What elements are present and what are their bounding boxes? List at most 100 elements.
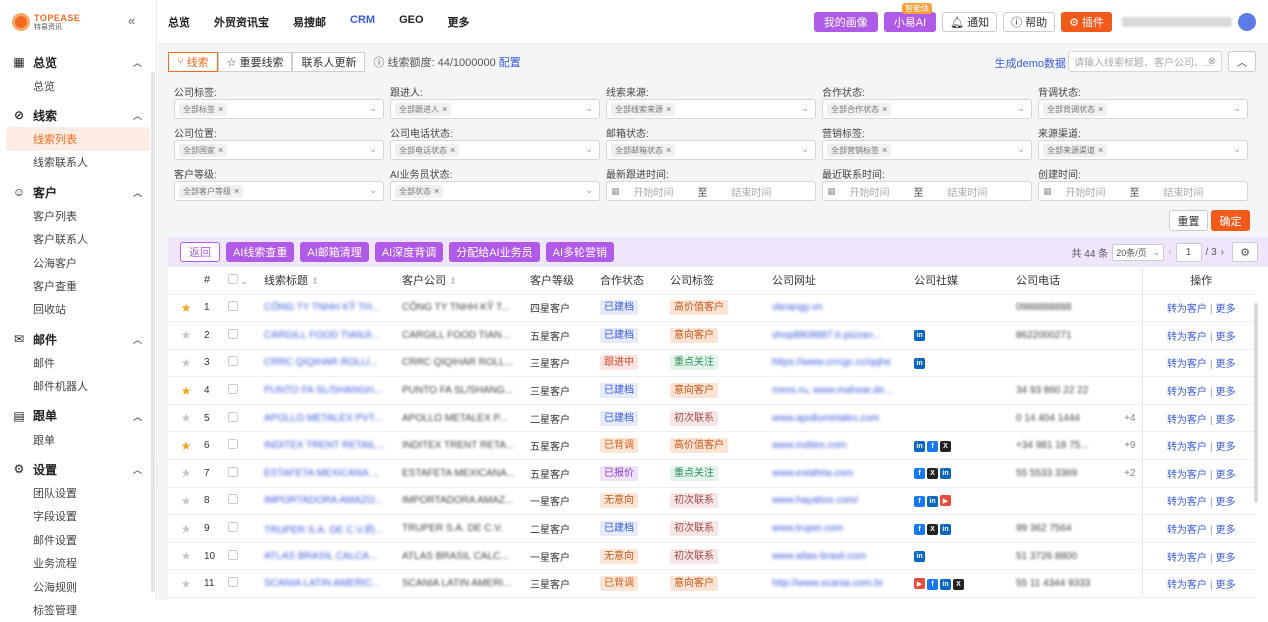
- ai-action-button[interactable]: AI多轮营销: [545, 242, 615, 262]
- row-checkbox[interactable]: [228, 522, 238, 533]
- linkedin-icon[interactable]: in: [940, 578, 951, 590]
- top-nav-item[interactable]: 外贸资讯宝: [214, 14, 269, 30]
- linkedin-icon[interactable]: in: [940, 523, 951, 535]
- sidebar-item[interactable]: 标签管理: [0, 598, 156, 621]
- top-nav-item[interactable]: GEO: [399, 14, 423, 30]
- plugin-button[interactable]: ⚙ 插件: [1061, 12, 1112, 32]
- more-phones-count[interactable]: +2: [1124, 468, 1135, 479]
- row-checkbox[interactable]: [228, 301, 238, 312]
- page-number-input[interactable]: 1: [1175, 242, 1202, 262]
- convert-to-customer-link[interactable]: 转为客户: [1167, 470, 1207, 481]
- sidebar-item[interactable]: 线索列表: [6, 127, 150, 151]
- lead-title-link[interactable]: INDITEX TRENT RETAIL...: [264, 440, 385, 451]
- more-actions-link[interactable]: 更多: [1216, 470, 1236, 481]
- page-size-select[interactable]: 20条/页 ⌄: [1112, 243, 1165, 261]
- collapse-filters-button[interactable]: ︿: [1228, 51, 1256, 72]
- convert-to-customer-link[interactable]: 转为客户: [1167, 332, 1207, 343]
- menu-group-header[interactable]: ▦ 总览 ︿: [0, 50, 156, 74]
- star-icon[interactable]: ★: [181, 549, 192, 563]
- sidebar-item[interactable]: 线索联系人: [0, 151, 156, 174]
- sidebar-item[interactable]: 邮件设置: [0, 528, 156, 551]
- more-actions-link[interactable]: 更多: [1216, 415, 1236, 426]
- company-url-link[interactable]: mexs.ru, www.mahoar.de...: [772, 385, 893, 396]
- row-checkbox[interactable]: [228, 466, 238, 477]
- ai-action-button[interactable]: AI邮箱清理: [300, 242, 369, 262]
- table-row[interactable]: ★ 11 SCANIA LATIN AMERIC... SCANIA LATIN AM…: [168, 569, 1256, 599]
- row-checkbox[interactable]: [228, 328, 238, 339]
- search-input[interactable]: 请输入线索标题、客户公司、... ⊗: [1068, 51, 1222, 72]
- more-phones-count[interactable]: +9: [1124, 440, 1135, 451]
- date-range-input[interactable]: ▦ 开始时间 至 结束时间: [822, 181, 1032, 201]
- star-icon[interactable]: ★: [181, 384, 192, 398]
- convert-to-customer-link[interactable]: 转为客户: [1167, 553, 1207, 564]
- close-icon[interactable]: ×: [218, 145, 223, 155]
- row-checkbox[interactable]: [228, 384, 238, 395]
- menu-group-header[interactable]: ✉ 邮件 ︿: [0, 327, 156, 351]
- facebook-icon[interactable]: f: [914, 468, 925, 480]
- sidebar-item[interactable]: 公海客户: [0, 251, 156, 274]
- row-checkbox[interactable]: [228, 411, 238, 422]
- x-icon[interactable]: X: [927, 523, 938, 535]
- table-row[interactable]: ★ 3 CRRC QIQIHAR ROLLI... CRRC QIQIHAR ROLL…: [168, 349, 1256, 378]
- company-url-link[interactable]: www.atlas-brasil.com: [772, 551, 866, 562]
- more-actions-link[interactable]: 更多: [1216, 525, 1236, 536]
- youtube-icon[interactable]: ▶: [940, 495, 951, 507]
- star-icon[interactable]: ★: [181, 577, 192, 591]
- filter-select[interactable]: 全部来源渠道 × ⌄: [1038, 140, 1248, 160]
- menu-group-header[interactable]: ☺ 客户 ︿: [0, 180, 156, 204]
- company-url-link[interactable]: shop8808887.tr.pizzan...: [772, 330, 881, 341]
- filter-select[interactable]: 全部线索来源 × ⌄: [606, 99, 816, 119]
- convert-to-customer-link[interactable]: 转为客户: [1167, 525, 1207, 536]
- company-url-link[interactable]: www.inditex.com: [772, 440, 846, 451]
- user-email-blurred[interactable]: [1122, 17, 1232, 27]
- close-icon[interactable]: ×: [1098, 104, 1103, 114]
- sidebar-item[interactable]: 客户查重: [0, 274, 156, 297]
- table-row[interactable]: ★ 10 ATLAS BRASIL CALCA... ATLAS BRASIL CAL…: [168, 542, 1256, 571]
- star-icon[interactable]: ★: [181, 494, 192, 508]
- table-row[interactable]: ★ 9 TRUPER S.A. DE C.V.的... TRUPER S.A. DE …: [168, 514, 1256, 543]
- close-icon[interactable]: ×: [882, 145, 887, 155]
- company-url-link[interactable]: www.hayabox.com/: [772, 495, 858, 506]
- table-row[interactable]: ★ 2 CARGILL FOOD TIANJI... CARGILL FOOD TIA…: [168, 321, 1256, 350]
- convert-to-customer-link[interactable]: 转为客户: [1167, 415, 1207, 426]
- select-all-checkbox[interactable]: ⌄: [224, 267, 260, 295]
- linkedin-icon[interactable]: in: [927, 495, 938, 507]
- convert-to-customer-link[interactable]: 转为客户: [1167, 359, 1207, 370]
- company-url-link[interactable]: www.truper.com: [772, 523, 843, 534]
- lead-title-link[interactable]: CÔNG TY TNHH KỸ TH...: [264, 302, 380, 313]
- sidebar-item[interactable]: 客户联系人: [0, 228, 156, 251]
- filter-select[interactable]: 全部营销标签 × ⌄: [822, 140, 1032, 160]
- filter-select[interactable]: 全部客户等级 × ⌄: [174, 181, 384, 201]
- sidebar-item[interactable]: 团队设置: [0, 481, 156, 504]
- more-actions-link[interactable]: 更多: [1216, 304, 1236, 315]
- facebook-icon[interactable]: f: [927, 440, 938, 452]
- menu-group-header[interactable]: ⊘ 线索 ︿: [0, 103, 156, 127]
- row-checkbox[interactable]: [228, 494, 238, 505]
- table-scrollbar[interactable]: [1254, 303, 1258, 503]
- prev-page-icon[interactable]: ‹: [1168, 247, 1171, 258]
- xiaoyi-ai-button[interactable]: 小易AI 智能体: [883, 3, 937, 32]
- convert-to-customer-link[interactable]: 转为客户: [1167, 387, 1207, 398]
- reset-button[interactable]: 重置: [1169, 210, 1208, 231]
- ai-action-button[interactable]: 分配给AI业务员: [449, 242, 540, 262]
- star-icon[interactable]: ★: [181, 356, 192, 370]
- top-nav-item[interactable]: 总览: [168, 14, 190, 30]
- table-row[interactable]: ★ 8 IMPORTADORA AMAZO... IMPORTADORA AMAZ..…: [168, 487, 1256, 516]
- next-page-icon[interactable]: ›: [1221, 247, 1224, 258]
- filter-select[interactable]: 全部邮箱状态 × ⌄: [606, 140, 816, 160]
- company-url-link[interactable]: https://www.crrcgc.cc/qqhe: [772, 357, 891, 368]
- close-icon[interactable]: ×: [666, 145, 671, 155]
- view-tab[interactable]: ☆ 重要线索: [217, 52, 293, 72]
- sidebar-item[interactable]: 客户列表: [0, 204, 156, 227]
- lead-title-link[interactable]: TRUPER S.A. DE C.V.的...: [264, 525, 383, 536]
- lead-title-link[interactable]: APOLLO METALEX PVT...: [264, 413, 382, 424]
- x-icon[interactable]: X: [953, 578, 964, 590]
- table-row[interactable]: ★ 7 ESTAFETA MEXICANA ... ESTAFETA MEXICANA…: [168, 459, 1256, 488]
- company-url-link[interactable]: www.estafeta.com: [772, 468, 853, 479]
- sidebar-item[interactable]: 邮件: [0, 351, 156, 374]
- close-icon[interactable]: ×: [442, 104, 447, 114]
- help-button[interactable]: ⓘ 帮助: [1003, 12, 1056, 32]
- row-checkbox[interactable]: [228, 577, 238, 588]
- view-tab[interactable]: 联系人更新: [292, 52, 366, 72]
- back-button[interactable]: 返回: [180, 242, 220, 262]
